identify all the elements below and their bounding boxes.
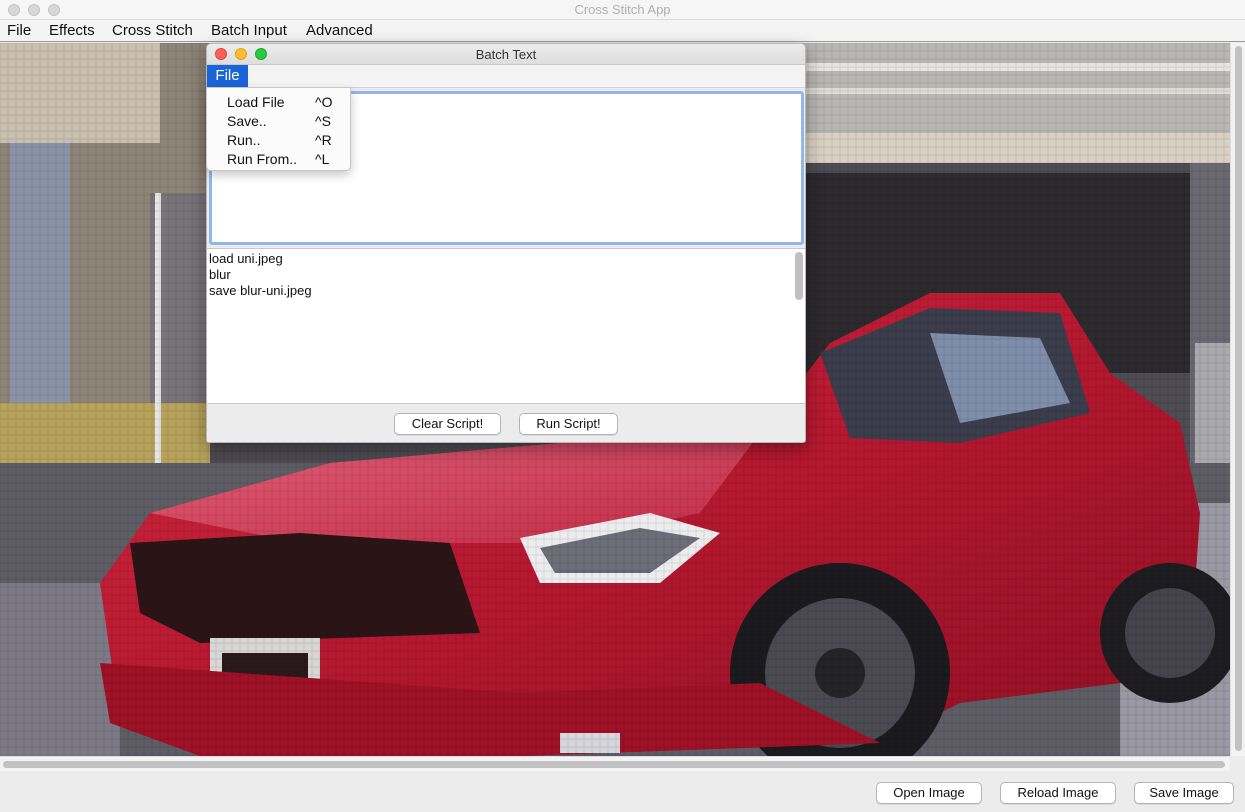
horizontal-scrollbar[interactable] bbox=[0, 756, 1230, 771]
menu-item-label: Load File bbox=[227, 94, 285, 110]
menu-item-label: Save.. bbox=[227, 113, 267, 129]
clear-script-button[interactable]: Clear Script! bbox=[394, 413, 501, 435]
menu-bar: File Effects Cross Stitch Batch Input Ad… bbox=[0, 20, 1245, 42]
menu-advanced[interactable]: Advanced bbox=[306, 22, 373, 39]
menu-file[interactable]: File bbox=[7, 22, 31, 39]
menu-item-shortcut: ^O bbox=[315, 94, 333, 110]
vertical-scroll-thumb[interactable] bbox=[1235, 46, 1242, 751]
menu-item-load-file[interactable]: Load File ^O bbox=[207, 92, 352, 111]
menu-cross-stitch[interactable]: Cross Stitch bbox=[112, 22, 193, 39]
menu-item-shortcut: ^R bbox=[315, 132, 332, 148]
script-line: save blur-uni.jpeg bbox=[209, 283, 312, 298]
script-scroll-thumb[interactable] bbox=[795, 252, 803, 300]
menu-item-shortcut: ^L bbox=[315, 151, 330, 167]
horizontal-scroll-thumb[interactable] bbox=[3, 761, 1225, 768]
menu-batch-input[interactable]: Batch Input bbox=[211, 22, 287, 39]
menu-item-save[interactable]: Save.. ^S bbox=[207, 111, 352, 130]
batch-menu-file[interactable]: File bbox=[207, 65, 248, 88]
script-text-area[interactable]: load uni.jpeg blur save blur-uni.jpeg bbox=[207, 248, 805, 403]
batch-window-title: Batch Text bbox=[475, 47, 537, 62]
vertical-scrollbar[interactable] bbox=[1230, 43, 1245, 756]
menu-item-label: Run.. bbox=[227, 132, 261, 148]
reload-image-button[interactable]: Reload Image bbox=[1000, 782, 1116, 804]
menu-item-label: Run From.. bbox=[227, 151, 298, 167]
batch-menu-bar: File bbox=[207, 65, 805, 88]
script-line: load uni.jpeg bbox=[209, 251, 283, 266]
menu-item-shortcut: ^S bbox=[315, 113, 331, 129]
save-image-button[interactable]: Save Image bbox=[1134, 782, 1234, 804]
window-title: Cross Stitch App bbox=[574, 2, 671, 17]
menu-item-run-from[interactable]: Run From.. ^L bbox=[207, 149, 352, 168]
menu-effects[interactable]: Effects bbox=[49, 22, 95, 39]
file-dropdown-menu: Load File ^O Save.. ^S Run.. ^R Run From… bbox=[206, 87, 351, 171]
batch-title-bar: Batch Text bbox=[207, 44, 805, 65]
batch-footer: Clear Script! Run Script! bbox=[207, 403, 805, 442]
cross-stitch-app-window: Cross Stitch App File Effects Cross Stit… bbox=[0, 0, 1245, 812]
open-image-button[interactable]: Open Image bbox=[876, 782, 982, 804]
title-bar: Cross Stitch App bbox=[0, 0, 1245, 20]
run-script-button[interactable]: Run Script! bbox=[519, 413, 618, 435]
bottom-toolbar: Open Image Reload Image Save Image bbox=[0, 771, 1245, 812]
menu-item-run[interactable]: Run.. ^R bbox=[207, 130, 352, 149]
script-line: blur bbox=[209, 267, 231, 282]
